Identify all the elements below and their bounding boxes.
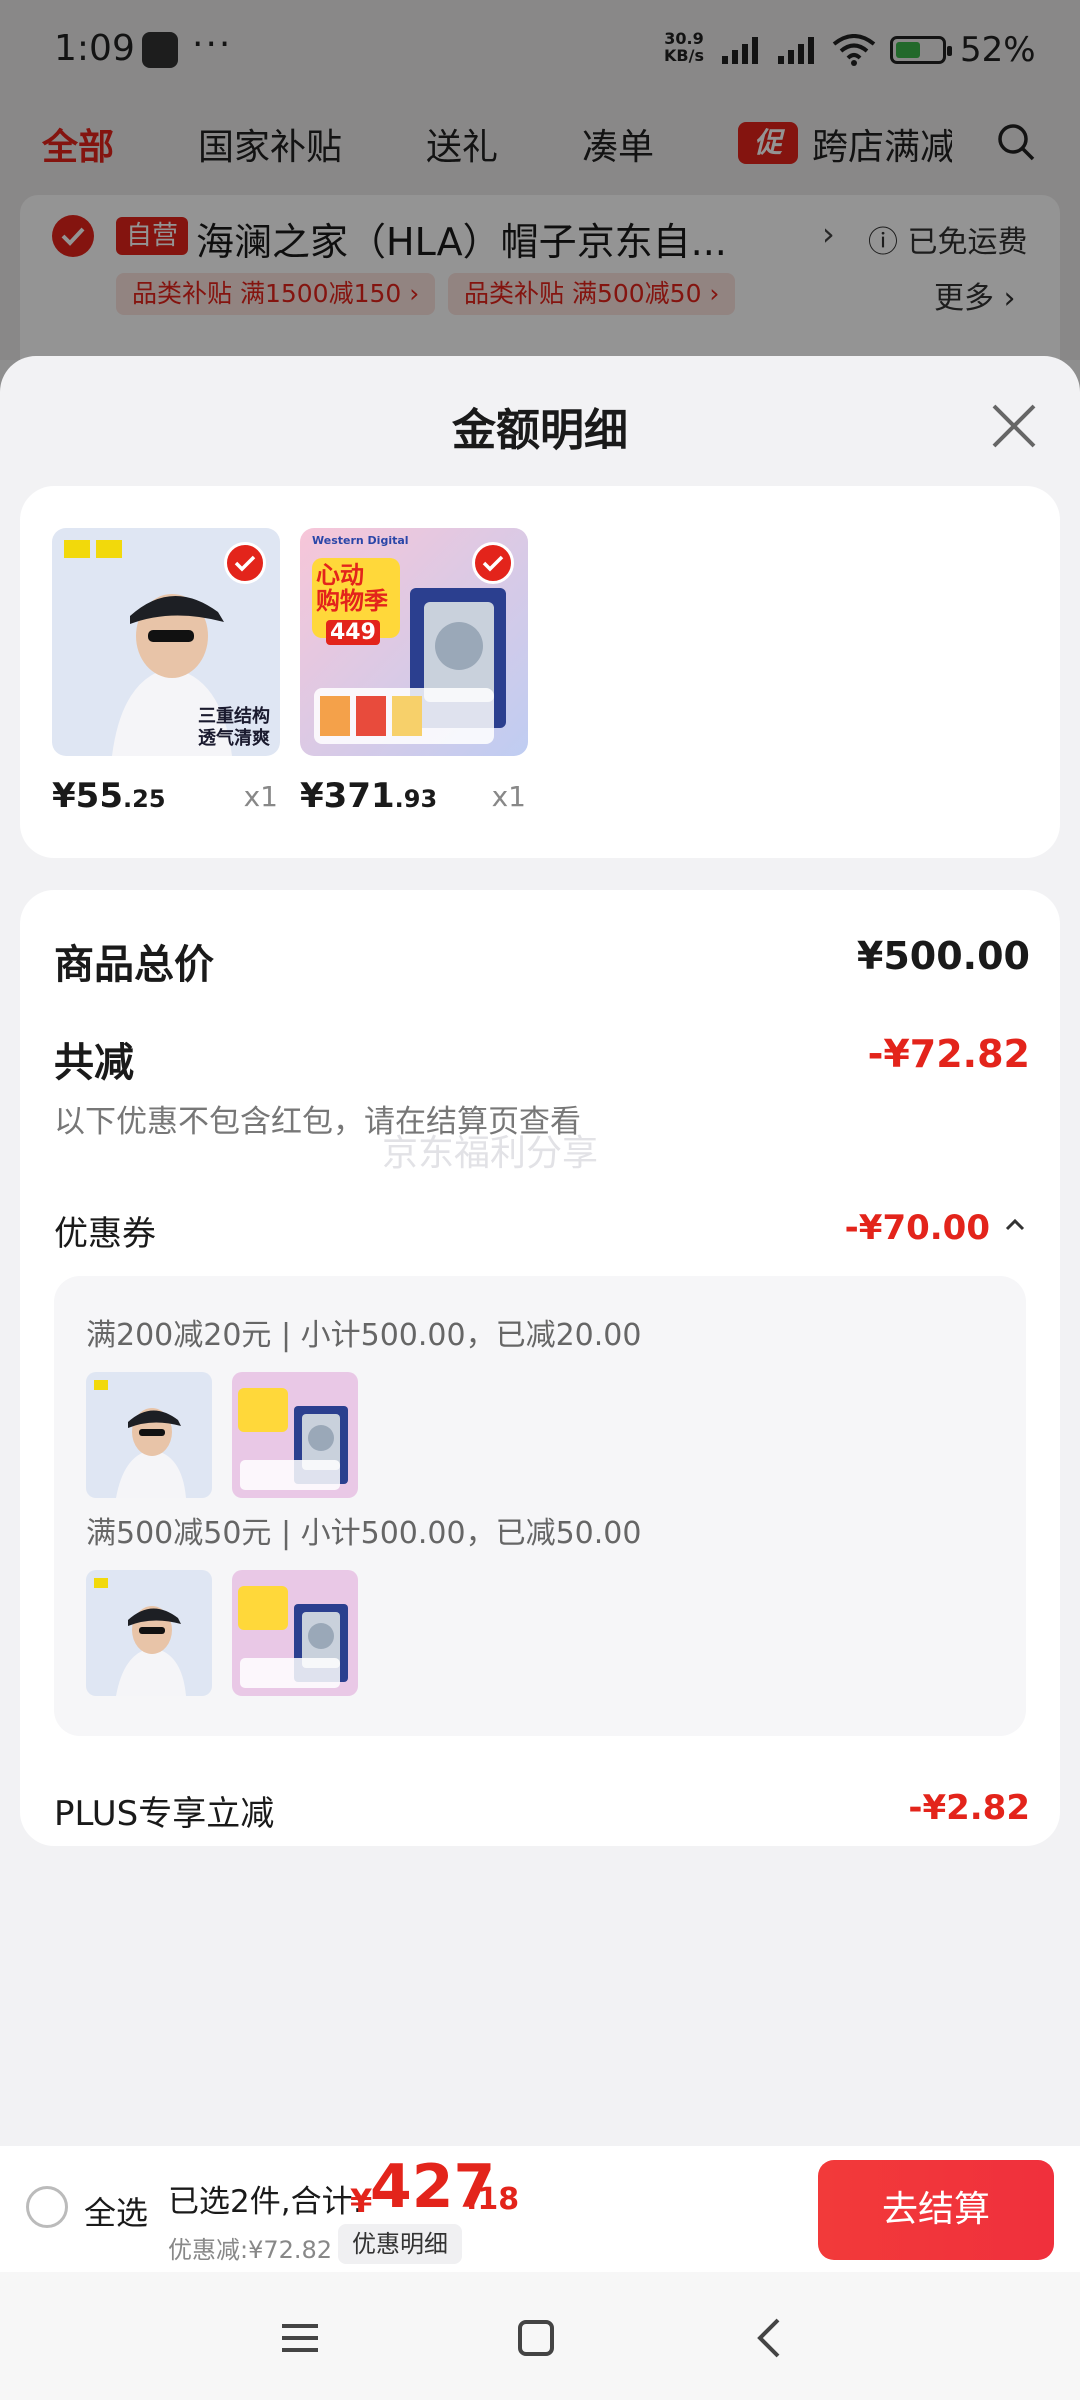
product-price: ¥371.93 (300, 776, 437, 816)
coupon-thumb-hdd (232, 1570, 358, 1696)
price-integer: 55 (75, 776, 123, 816)
price-decimal: .25 (123, 785, 166, 813)
total-amount-decimal: .18 (466, 2182, 520, 2217)
product-item[interactable]: Western Digital 心动 购物季 449 ¥371.93 x1 (300, 528, 528, 816)
chevron-up-icon[interactable] (1004, 1218, 1026, 1232)
product-image-text: 心动 购物季 (316, 561, 388, 615)
coupon-label: 优惠券 (54, 1214, 156, 1254)
goods-total-value: ¥500.00 (856, 934, 1030, 978)
price-integer: 371 (323, 776, 395, 816)
product-price-tag: 449 (326, 620, 380, 645)
coupon-thumb-cap (86, 1570, 212, 1696)
plus-discount-label: PLUS专享立减 (54, 1794, 275, 1834)
currency-symbol: ¥ (300, 776, 324, 816)
products-card: 三重结构 透气清爽 ¥55.25 x1 Western Digital 心动 购… (20, 486, 1060, 858)
product-image-cap: 三重结构 透气清爽 (52, 528, 280, 756)
close-icon[interactable] (986, 398, 1042, 454)
select-all-radio[interactable] (26, 2186, 68, 2228)
total-reduce-value: -¥72.82 (867, 1032, 1030, 1076)
price-decimal: .93 (394, 785, 438, 813)
product-checkbox[interactable] (224, 542, 266, 584)
coupon-value[interactable]: -¥70.00 (845, 1208, 990, 1248)
sheet-title: 金额明细 (452, 405, 628, 456)
home-icon[interactable] (512, 2314, 560, 2362)
discount-detail-button[interactable]: 优惠明细 (338, 2224, 462, 2264)
total-reduce-label: 共减 (54, 1040, 134, 1086)
discount-summary: 优惠减:¥72.82 (168, 2236, 333, 2264)
system-nav-bar (0, 2272, 1080, 2400)
product-item[interactable]: 三重结构 透气清爽 ¥55.25 x1 (52, 528, 280, 816)
product-checkbox[interactable] (472, 542, 514, 584)
product-price: ¥55.25 (52, 776, 166, 816)
coupon-thumb-cap (86, 1372, 212, 1498)
amount-detail-sheet: 金额明细 三重结构 透气清爽 ¥55.25 x1 Western Digital… (0, 356, 1080, 2272)
coupon-thumb-hdd (232, 1372, 358, 1498)
goods-total-label: 商品总价 (54, 942, 214, 988)
checkout-button[interactable]: 去结算 (818, 2160, 1054, 2260)
modal-overlay[interactable] (0, 0, 1080, 360)
watermark-text: 京东福利分享 (382, 1133, 599, 1174)
selected-count-text: 已选2件,合计: (168, 2184, 364, 2220)
product-quantity: x1 (491, 780, 526, 813)
menu-icon[interactable] (276, 2314, 324, 2362)
coupon-detail-box: 满200减20元 | 小计500.00，已减20.00 满500减50元 | 小… (54, 1276, 1026, 1736)
product-quantity: x1 (243, 780, 278, 813)
back-icon[interactable] (748, 2314, 796, 2362)
amount-detail-card: 商品总价 ¥500.00 共减 -¥72.82 以下优惠不包含红包，请在结算页查… (20, 890, 1060, 1846)
product-image-hdd: Western Digital 心动 购物季 449 (300, 528, 528, 756)
total-currency: ¥ (350, 2182, 373, 2220)
currency-symbol: ¥ (52, 776, 76, 816)
coupon-rule-line: 满200减20元 | 小计500.00，已减20.00 (86, 1318, 642, 1353)
coupon-rule-line: 满500减50元 | 小计500.00，已减50.00 (86, 1516, 642, 1551)
product-image-text: 三重结构 透气清爽 (198, 706, 270, 749)
select-all-label[interactable]: 全选 (84, 2188, 148, 2234)
product-brand: Western Digital (312, 534, 409, 547)
checkout-bar: 全选 已选2件,合计: ¥ 427 .18 优惠减:¥72.82 优惠明细 去结… (0, 2146, 1080, 2272)
plus-discount-value: -¥2.82 (908, 1788, 1030, 1828)
